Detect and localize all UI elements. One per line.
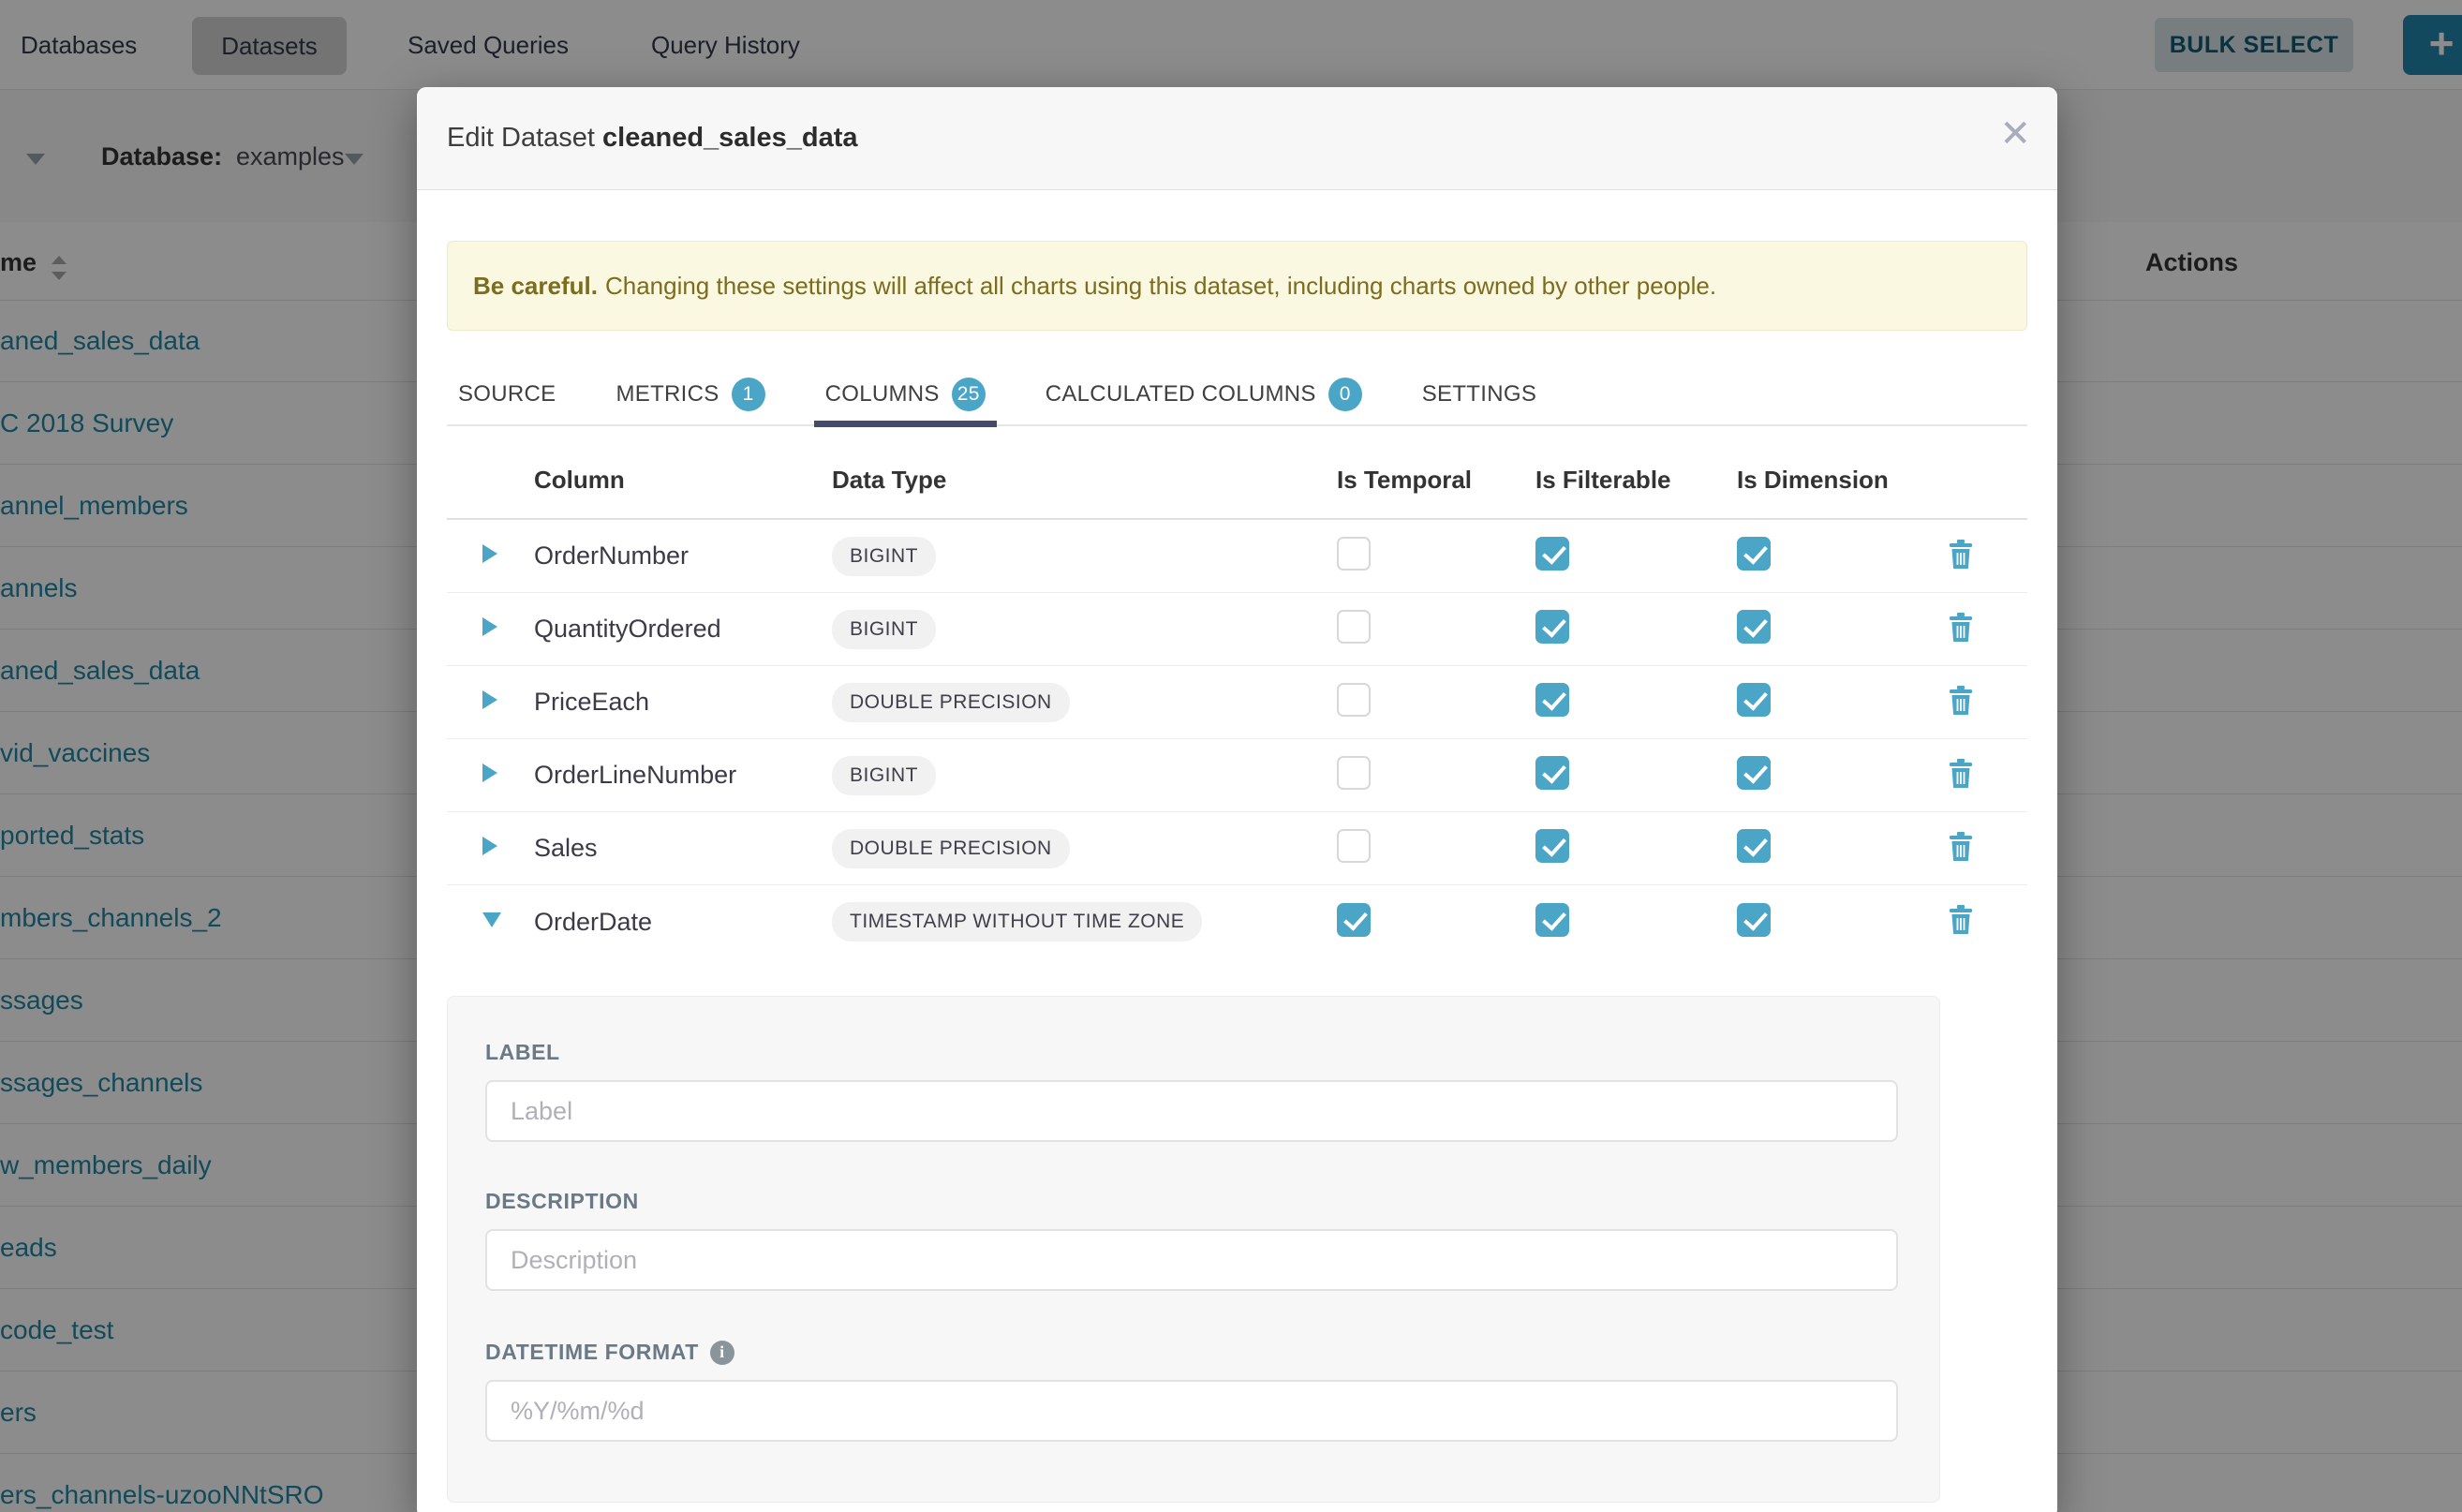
- is-dimension-checkbox[interactable]: [1737, 903, 1771, 937]
- is-temporal-checkbox[interactable]: [1337, 683, 1371, 717]
- is-temporal-checkbox[interactable]: [1337, 903, 1371, 937]
- is-filterable-checkbox[interactable]: [1535, 829, 1569, 863]
- description-input[interactable]: [485, 1229, 1898, 1291]
- column-name: OrderDate: [534, 908, 832, 937]
- is-dimension-checkbox[interactable]: [1737, 756, 1771, 790]
- tab-calculated-columns[interactable]: CALCULATED COLUMNS0: [1034, 363, 1373, 425]
- tab-count-badge: 0: [1328, 378, 1362, 411]
- is-filterable-checkbox[interactable]: [1535, 610, 1569, 644]
- column-row: PriceEach DOUBLE PRECISION: [447, 666, 2027, 739]
- header-is-dimension: Is Dimension: [1737, 466, 1949, 495]
- tab-source[interactable]: SOURCE: [447, 363, 567, 425]
- warning-banner: Be careful. Changing these settings will…: [447, 241, 2027, 331]
- header-is-filterable: Is Filterable: [1535, 466, 1737, 495]
- warning-banner-text: Changing these settings will affect all …: [605, 272, 1716, 301]
- column-row: QuantityOrdered BIGINT: [447, 593, 2027, 666]
- tab-settings[interactable]: SETTINGS: [1411, 363, 1548, 425]
- is-filterable-checkbox[interactable]: [1535, 903, 1569, 937]
- info-icon[interactable]: i: [710, 1341, 734, 1365]
- tab-columns[interactable]: COLUMNS25: [814, 363, 997, 425]
- expand-caret-icon[interactable]: [482, 837, 497, 855]
- modal-title: Edit Dataset cleaned_sales_data: [447, 123, 858, 154]
- expand-caret-icon[interactable]: [482, 763, 497, 782]
- header-is-temporal: Is Temporal: [1337, 466, 1535, 495]
- label-field-label-text: LABEL: [485, 1040, 560, 1065]
- data-type-pill: TIMESTAMP WITHOUT TIME ZONE: [832, 902, 1202, 941]
- delete-column-trash-icon[interactable]: [1949, 905, 1973, 934]
- header-column: Column: [534, 466, 832, 495]
- is-filterable-checkbox[interactable]: [1535, 683, 1569, 717]
- close-icon[interactable]: ✕: [1999, 115, 2031, 153]
- data-type-pill: BIGINT: [832, 756, 936, 795]
- datetime-format-label-text: DATETIME FORMAT: [485, 1340, 699, 1365]
- column-row: OrderLineNumber BIGINT: [447, 739, 2027, 812]
- modal-tab-bar: SOURCE METRICS1 COLUMNS25 CALCULATED COL…: [447, 364, 2027, 426]
- is-filterable-checkbox[interactable]: [1535, 537, 1569, 571]
- modal-title-dataset-name: cleaned_sales_data: [602, 123, 857, 153]
- column-detail-panel: LABEL DESCRIPTION DATETIME FORMAT i: [447, 996, 1940, 1503]
- is-filterable-checkbox[interactable]: [1535, 756, 1569, 790]
- column-row: OrderNumber BIGINT: [447, 520, 2027, 593]
- is-dimension-checkbox[interactable]: [1737, 537, 1771, 571]
- datetime-format-input[interactable]: [485, 1380, 1898, 1442]
- column-name: OrderNumber: [534, 541, 832, 571]
- edit-dataset-modal: Edit Dataset cleaned_sales_data ✕ Be car…: [417, 87, 2057, 1512]
- is-dimension-checkbox[interactable]: [1737, 610, 1771, 644]
- data-type-pill: BIGINT: [832, 537, 936, 576]
- expand-caret-icon[interactable]: [482, 690, 497, 709]
- column-row: OrderDate TIMESTAMP WITHOUT TIME ZONE: [447, 885, 2027, 958]
- tab-count-badge: 25: [952, 378, 986, 411]
- warning-banner-bold: Be careful.: [473, 272, 598, 301]
- delete-column-trash-icon[interactable]: [1949, 686, 1973, 715]
- columns-table-rows: OrderNumber BIGINT QuantityOrdered BIGIN…: [447, 520, 2027, 958]
- expand-caret-icon[interactable]: [482, 544, 497, 563]
- column-name: OrderLineNumber: [534, 761, 832, 790]
- column-name: PriceEach: [534, 688, 832, 717]
- column-name: QuantityOrdered: [534, 615, 832, 644]
- is-dimension-checkbox[interactable]: [1737, 829, 1771, 863]
- delete-column-trash-icon[interactable]: [1949, 832, 1973, 861]
- header-data-type: Data Type: [832, 466, 1337, 495]
- column-name: Sales: [534, 834, 832, 863]
- label-field-label: LABEL: [485, 1040, 1898, 1065]
- is-temporal-checkbox[interactable]: [1337, 610, 1371, 644]
- is-temporal-checkbox[interactable]: [1337, 829, 1371, 863]
- datetime-format-field-label: DATETIME FORMAT i: [485, 1340, 1898, 1365]
- column-row: Sales DOUBLE PRECISION: [447, 812, 2027, 885]
- modal-body: Be careful. Changing these settings will…: [417, 241, 2057, 1503]
- columns-table: Column Data Type Is Temporal Is Filterab…: [447, 441, 2027, 958]
- is-temporal-checkbox[interactable]: [1337, 756, 1371, 790]
- data-type-pill: DOUBLE PRECISION: [832, 683, 1070, 722]
- data-type-pill: DOUBLE PRECISION: [832, 829, 1070, 868]
- modal-title-prefix: Edit Dataset: [447, 123, 595, 153]
- data-type-pill: BIGINT: [832, 610, 936, 649]
- description-field-label: DESCRIPTION: [485, 1189, 1898, 1214]
- tab-metrics[interactable]: METRICS1: [604, 363, 776, 425]
- columns-table-header: Column Data Type Is Temporal Is Filterab…: [447, 441, 2027, 520]
- modal-header: Edit Dataset cleaned_sales_data ✕: [417, 87, 2057, 190]
- delete-column-trash-icon[interactable]: [1949, 759, 1973, 788]
- label-input[interactable]: [485, 1080, 1898, 1142]
- expand-caret-icon[interactable]: [482, 912, 501, 927]
- delete-column-trash-icon[interactable]: [1949, 613, 1973, 642]
- expand-caret-icon[interactable]: [482, 617, 497, 636]
- is-dimension-checkbox[interactable]: [1737, 683, 1771, 717]
- is-temporal-checkbox[interactable]: [1337, 537, 1371, 571]
- tab-count-badge: 1: [732, 378, 765, 411]
- description-field-label-text: DESCRIPTION: [485, 1189, 639, 1214]
- delete-column-trash-icon[interactable]: [1949, 540, 1973, 569]
